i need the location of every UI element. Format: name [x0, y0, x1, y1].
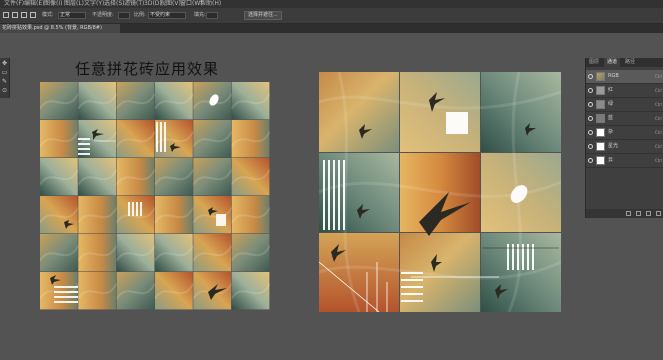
menu-bar: 文件(F) 编辑(E) 图像(I) 图层(L) 文字(Y) 选择(S) 滤镜(T…: [0, 0, 663, 8]
fill-field[interactable]: [206, 12, 218, 19]
menu-file[interactable]: 文件(F): [4, 0, 24, 8]
menu-layer[interactable]: 图层(L): [64, 0, 84, 8]
channel-thumbnail: [596, 100, 605, 109]
eye-icon[interactable]: [588, 88, 593, 93]
load-selection-icon[interactable]: [626, 211, 631, 216]
fill-label: 填充:: [194, 12, 206, 18]
channel-name: 星光: [608, 143, 619, 149]
menu-type[interactable]: 文字(Y): [84, 0, 104, 8]
channel-name: RGB: [608, 73, 619, 79]
eye-icon[interactable]: [588, 102, 593, 107]
shortcut-label: Ctrl: [654, 74, 662, 79]
channels-panel: 图层 通道 路径 RGB Ctrl 红 Ctrl 绿 Ctrl 蓝 Ctrl 杂…: [585, 58, 663, 218]
menu-edit[interactable]: 编辑(E): [24, 0, 44, 8]
channel-row[interactable]: 云 Ctrl: [586, 154, 663, 168]
channel-thumbnail: [596, 114, 605, 123]
opacity-field[interactable]: [118, 12, 130, 19]
tile-pattern-left: [40, 82, 270, 310]
ratio-label: 比例:: [134, 12, 146, 18]
channel-row[interactable]: 绿 Ctrl: [586, 98, 663, 112]
menu-filter[interactable]: 滤镜(T): [124, 0, 144, 8]
shortcut-label: Ctrl: [654, 116, 662, 121]
move-icon[interactable]: ✥: [1, 60, 8, 67]
shortcut-label: Ctrl: [654, 158, 662, 163]
tab-layers[interactable]: 图层: [586, 58, 602, 67]
eye-icon[interactable]: [588, 116, 593, 121]
eye-icon[interactable]: [588, 158, 593, 163]
menu-select[interactable]: 选择(S): [104, 0, 125, 8]
channel-row[interactable]: 杂 Ctrl: [586, 126, 663, 140]
mode-select[interactable]: 正常: [58, 12, 86, 19]
channel-row[interactable]: 蓝 Ctrl: [586, 112, 663, 126]
document-tab[interactable]: 花砖拼贴效果.psd @ 8.5% (背景, RGB/8#): [0, 24, 120, 33]
mode-label: 模式:: [42, 12, 54, 18]
channel-name: 蓝: [608, 115, 614, 121]
channel-row[interactable]: 红 Ctrl: [586, 84, 663, 98]
eye-icon[interactable]: [588, 74, 593, 79]
tab-channels[interactable]: 通道: [604, 58, 621, 67]
add-selection-icon[interactable]: [12, 12, 18, 18]
channel-thumbnail: [596, 86, 605, 95]
ratio-select[interactable]: 不受约束: [148, 12, 186, 19]
channel-thumbnail: [596, 72, 605, 81]
marquee-icon[interactable]: ▭: [1, 69, 8, 76]
intersect-selection-icon[interactable]: [30, 12, 36, 18]
tile-pattern-right: [319, 72, 561, 312]
channel-row[interactable]: RGB Ctrl: [586, 70, 663, 84]
shortcut-label: Ctrl: [654, 144, 662, 149]
right-pattern-graphic: [319, 72, 561, 312]
shortcut-label: Ctrl: [654, 130, 662, 135]
brush-icon[interactable]: ✎: [1, 78, 8, 85]
channel-thumbnail: [596, 128, 605, 137]
new-selection-icon[interactable]: [3, 12, 9, 18]
channel-name: 云: [608, 157, 614, 163]
channel-name: 红: [608, 87, 614, 93]
channel-row[interactable]: 星光 Ctrl: [586, 140, 663, 154]
eye-icon[interactable]: [588, 144, 593, 149]
select-and-mask-button[interactable]: 选择并遮住...: [244, 11, 282, 20]
channel-name: 杂: [608, 129, 614, 135]
menu-image[interactable]: 图像(I): [44, 0, 62, 8]
delete-icon[interactable]: [656, 211, 661, 216]
document-tab-bar: 花砖拼贴效果.psd @ 8.5% (背景, RGB/8#): [0, 24, 663, 33]
panel-footer: [586, 209, 663, 218]
menu-view[interactable]: 视图(V): [160, 0, 181, 8]
menu-help[interactable]: 帮助(H): [200, 0, 221, 8]
left-pattern-graphic: [40, 82, 270, 310]
tab-paths[interactable]: 路径: [622, 58, 638, 67]
shortcut-label: Ctrl: [654, 102, 662, 107]
channel-thumbnail: [596, 156, 605, 165]
channel-thumbnail: [596, 142, 605, 151]
save-selection-icon[interactable]: [636, 211, 641, 216]
tools-panel: ✥ ▭ ✎ ⊙: [0, 58, 10, 98]
eyedropper-icon[interactable]: ⊙: [1, 87, 8, 94]
channel-name: 绿: [608, 101, 614, 107]
panel-tabs: 图层 通道 路径: [586, 58, 663, 67]
new-channel-icon[interactable]: [646, 211, 651, 216]
eye-icon[interactable]: [588, 130, 593, 135]
subtract-selection-icon[interactable]: [21, 12, 27, 18]
options-bar: 模式: 正常 不透明度: 比例: 不受约束 填充: 选择并遮住...: [0, 8, 663, 24]
document-title: 任意拼花砖应用效果: [75, 60, 220, 78]
opacity-label: 不透明度:: [92, 12, 114, 18]
shortcut-label: Ctrl: [654, 88, 662, 93]
